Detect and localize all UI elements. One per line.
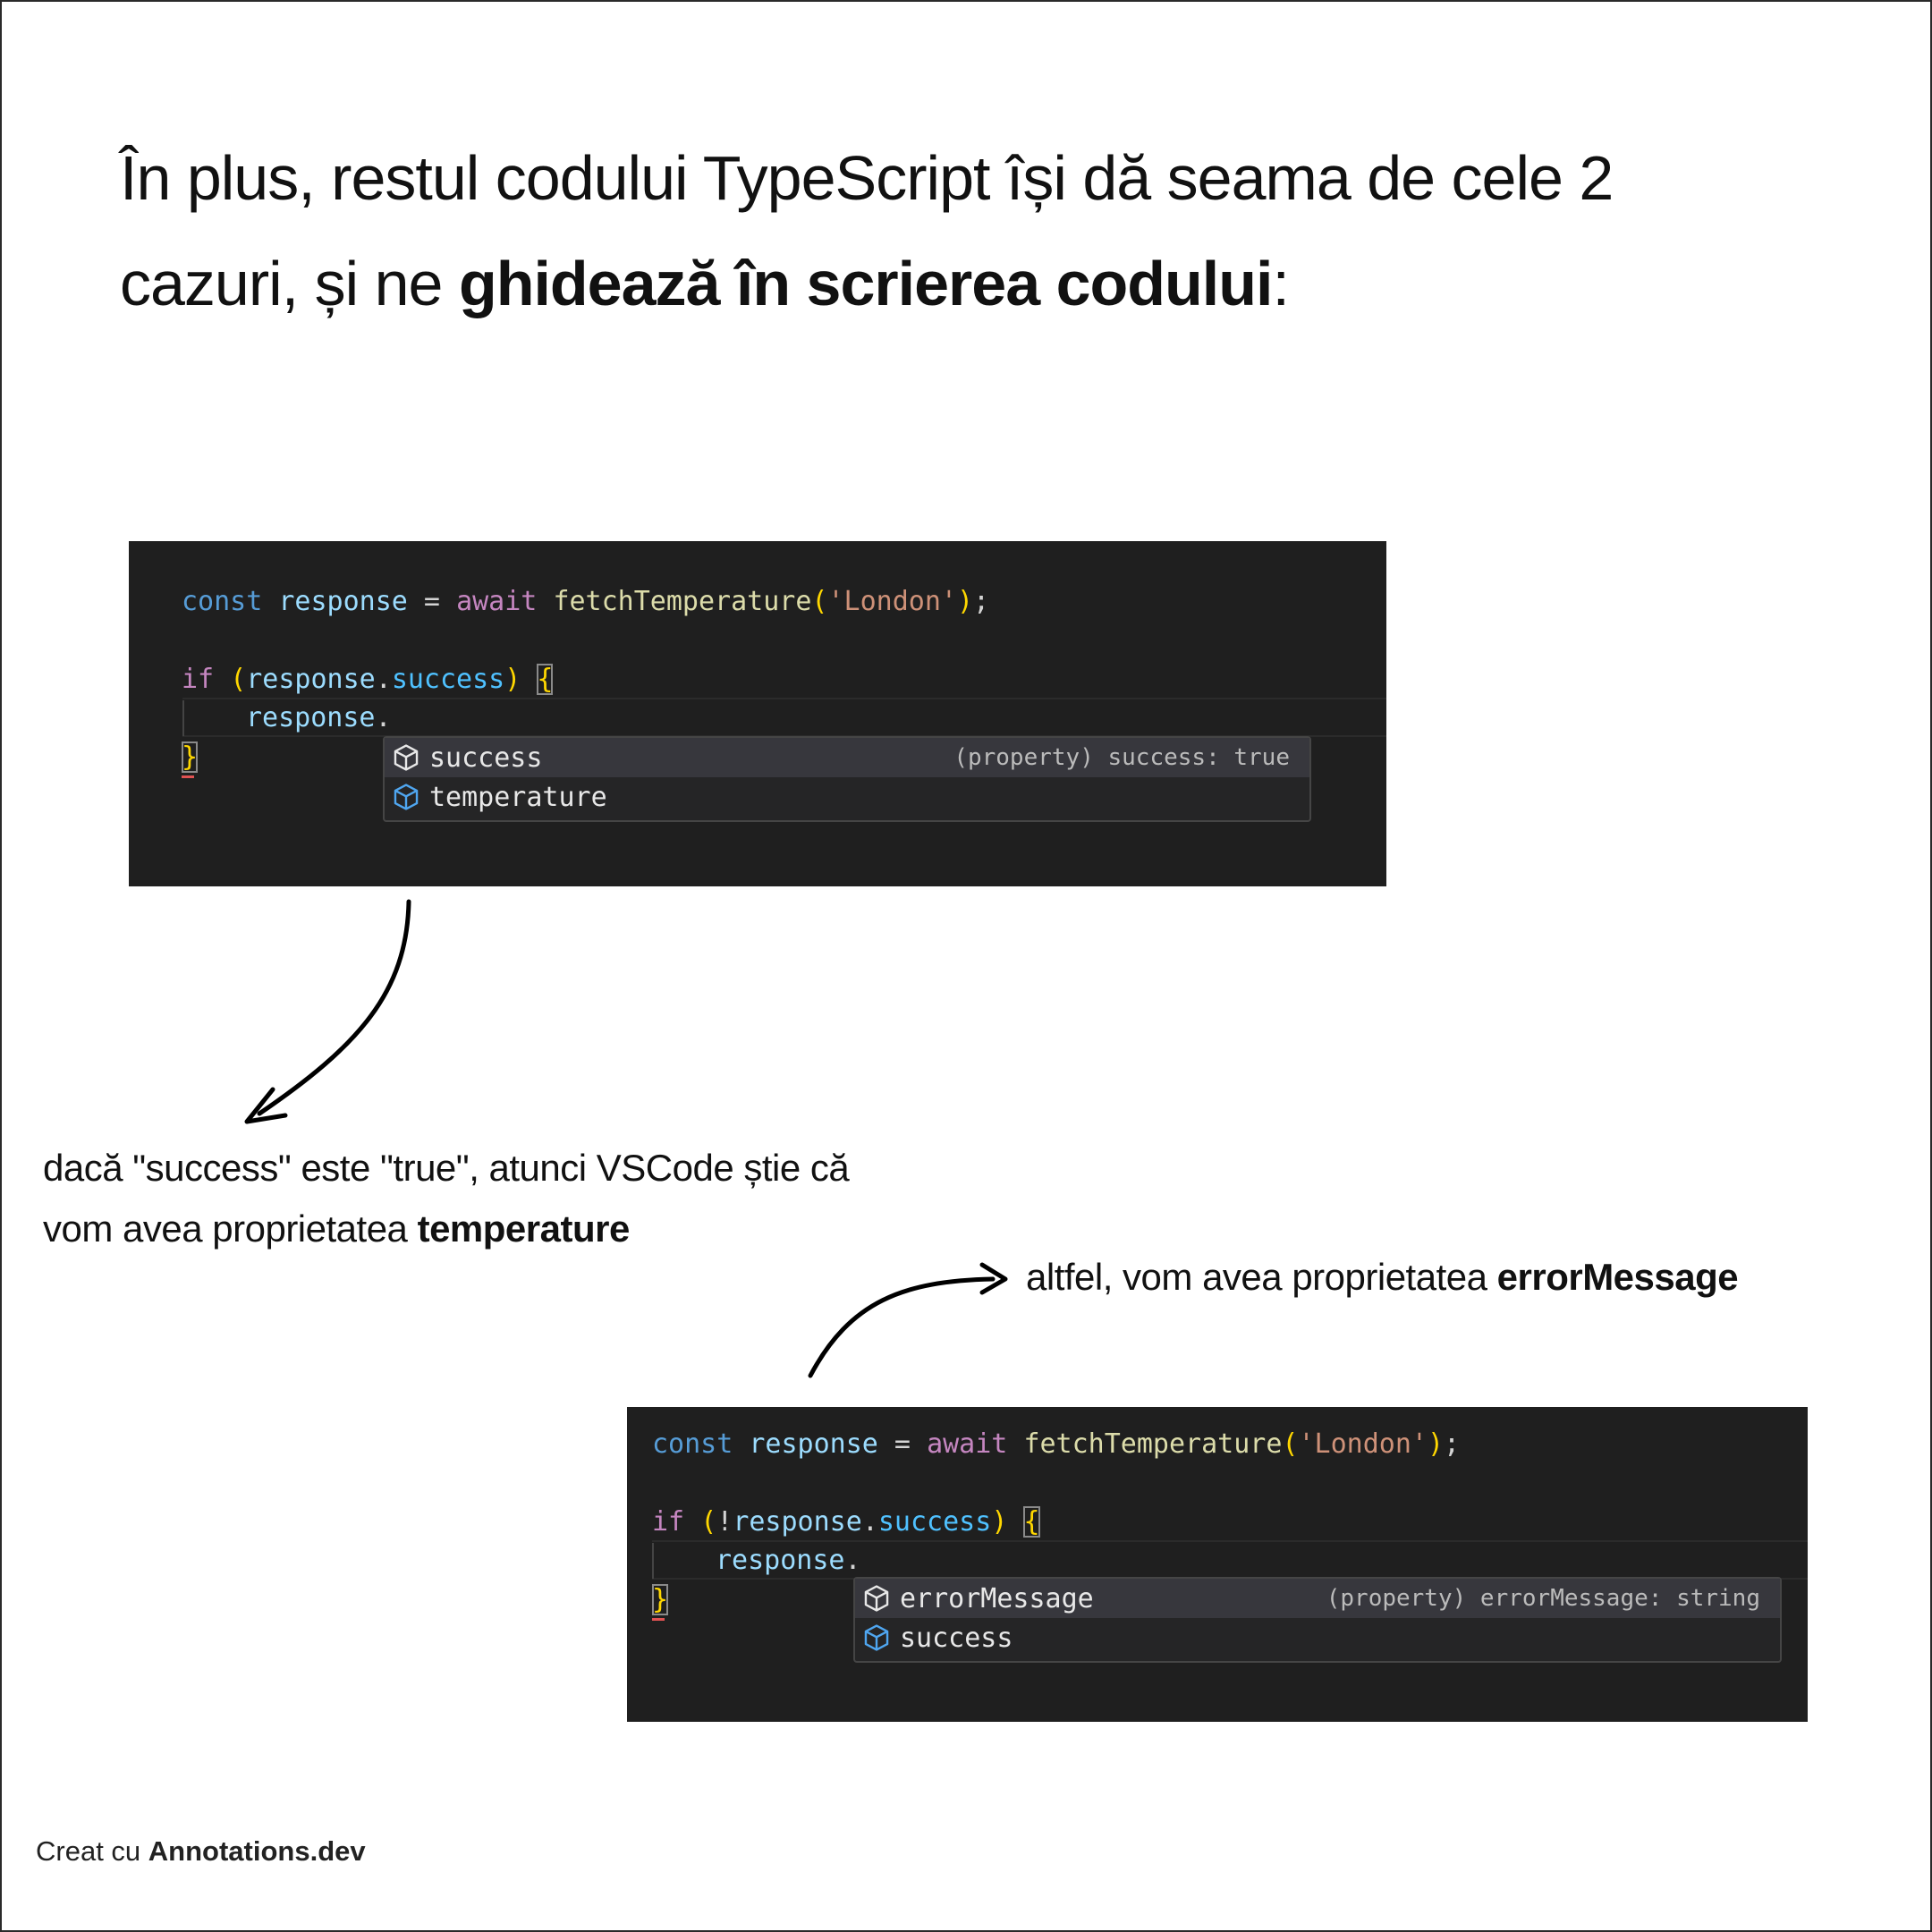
string-literal: 'London'	[1298, 1428, 1428, 1460]
operator-equals: =	[877, 1428, 928, 1460]
credit-prefix: Creat cu	[36, 1835, 148, 1867]
keyword-await: await	[927, 1428, 1008, 1460]
property-success: success	[877, 1506, 992, 1538]
dot: .	[844, 1545, 861, 1576]
footer-credit: Creat cu Annotations.dev	[36, 1835, 366, 1868]
annotation-text: altfel, vom avea proprietatea	[1026, 1256, 1497, 1298]
paren-close: )	[1427, 1428, 1445, 1460]
annotation-bold: errorMessage	[1496, 1256, 1739, 1298]
semicolon: ;	[1444, 1428, 1461, 1460]
code-editor-error: const response = await fetchTemperature(…	[627, 1407, 1808, 1722]
keyword-const: const	[652, 1428, 733, 1460]
paren-close: )	[991, 1506, 1008, 1538]
suggestion-item[interactable]: success	[855, 1618, 1780, 1657]
brace-open: {	[1023, 1506, 1040, 1538]
variable-response: response	[733, 1506, 862, 1538]
paren-open: (	[1282, 1428, 1299, 1460]
code-line-2: if (!response.success) {	[652, 1503, 1040, 1542]
variable-response: response	[716, 1545, 845, 1576]
indent-guide	[652, 1543, 654, 1579]
dot: .	[861, 1506, 878, 1538]
paren-open: (	[700, 1506, 717, 1538]
suggestion-label: errorMessage	[900, 1582, 1094, 1614]
suggestion-detail: (property) errorMessage: string	[1326, 1585, 1760, 1612]
cube-icon-blue	[859, 1618, 894, 1657]
code-line-3[interactable]: response.	[716, 1541, 861, 1580]
code-line-1: const response = await fetchTemperature(…	[652, 1425, 1460, 1464]
function-name: fetchTemperature	[1023, 1428, 1283, 1460]
suggestion-label: success	[900, 1622, 1013, 1654]
brace-close: }	[652, 1584, 669, 1615]
suggestion-item[interactable]: errorMessage (property) errorMessage: st…	[855, 1579, 1780, 1618]
annotation-error: altfel, vom avea proprietatea errorMessa…	[1026, 1247, 1739, 1308]
cube-icon	[859, 1579, 894, 1618]
error-squiggle	[652, 1614, 665, 1621]
suggestion-widget: errorMessage (property) errorMessage: st…	[853, 1577, 1782, 1663]
negation: !	[716, 1506, 733, 1538]
variable-response: response	[749, 1428, 878, 1460]
keyword-if: if	[652, 1506, 685, 1538]
credit-brand: Annotations.dev	[148, 1835, 366, 1867]
